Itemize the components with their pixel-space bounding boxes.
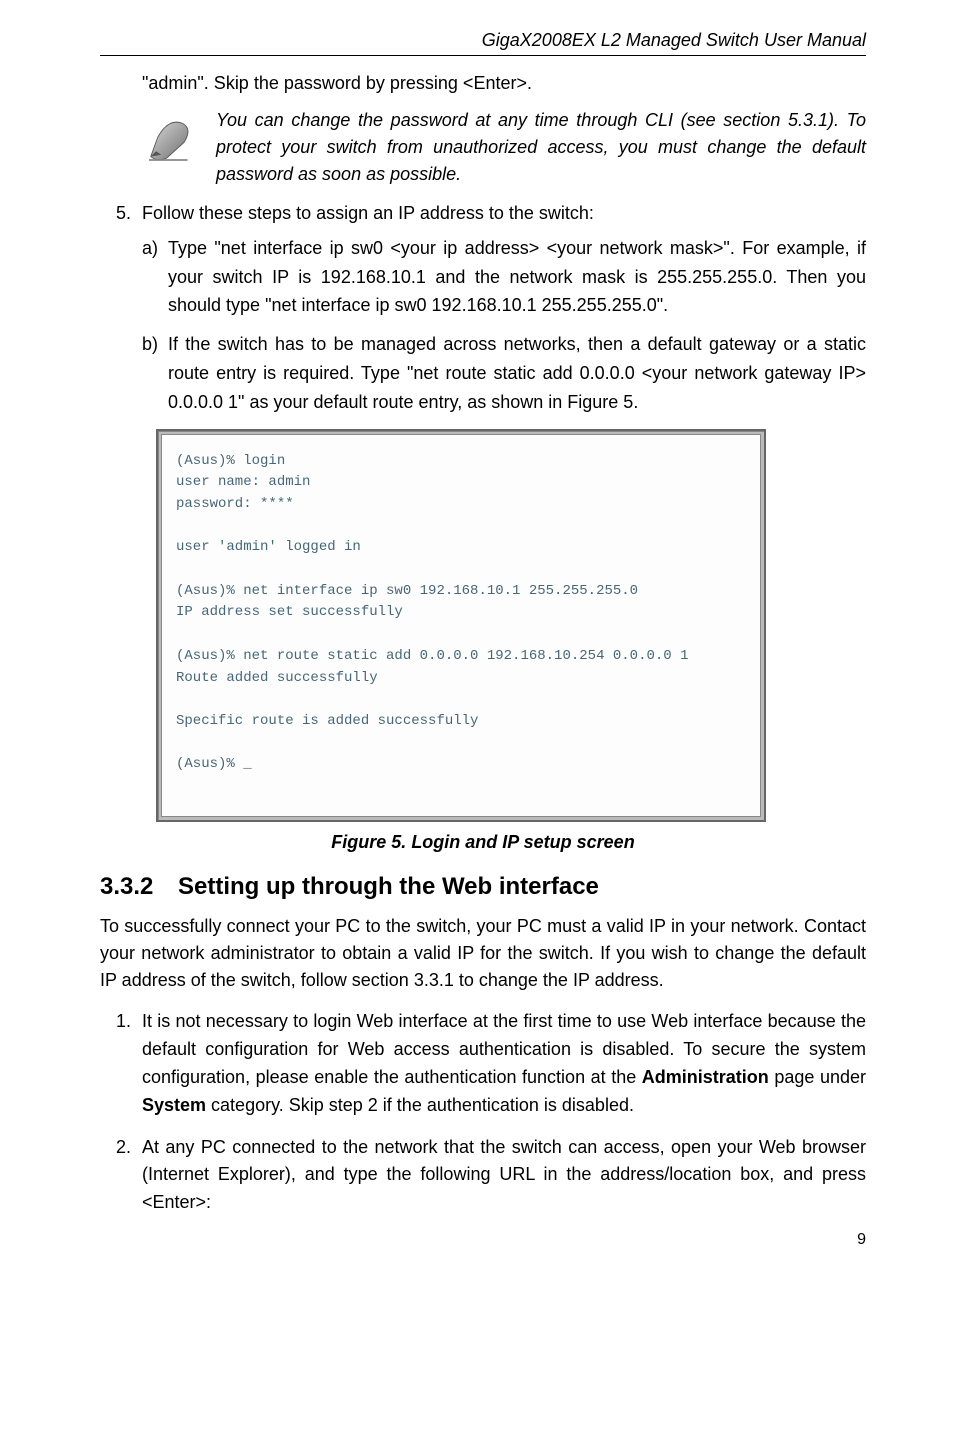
figure-caption: Figure 5. Login and IP setup screen — [100, 832, 866, 853]
section-heading: 3.3.2Setting up through the Web interfac… — [100, 873, 866, 901]
document-page: GigaX2008EX L2 Managed Switch User Manua… — [0, 0, 954, 1432]
web-step-1-post: category. Skip step 2 if the authenticat… — [206, 1095, 634, 1115]
running-title-text: GigaX2008EX L2 Managed Switch User Manua… — [482, 30, 866, 50]
pencil-note-icon — [142, 107, 198, 172]
step-5b: If the switch has to be managed across n… — [142, 330, 866, 416]
step-5-substeps: Type "net interface ip sw0 <your ip addr… — [142, 234, 866, 417]
admin-intro-paragraph: "admin". Skip the password by pressing <… — [142, 70, 866, 97]
step-5a: Type "net interface ip sw0 <your ip addr… — [142, 234, 866, 320]
running-header: GigaX2008EX L2 Managed Switch User Manua… — [100, 30, 866, 56]
note-text: You can change the password at any time … — [216, 107, 866, 188]
page-number: 9 — [100, 1231, 866, 1249]
section-title: Setting up through the Web interface — [178, 873, 599, 900]
web-step-1: It is not necessary to login Web interfa… — [116, 1008, 866, 1120]
step-5: Follow these steps to assign an IP addre… — [116, 200, 866, 417]
note-callout: You can change the password at any time … — [142, 107, 866, 188]
system-label: System — [142, 1095, 206, 1115]
step-5-lead: Follow these steps to assign an IP addre… — [142, 203, 594, 223]
web-setup-steps: It is not necessary to login Web interfa… — [116, 1008, 866, 1217]
web-step-1-mid: page under — [769, 1067, 866, 1087]
terminal-frame: (Asus)% login user name: admin password:… — [156, 429, 766, 822]
procedure-list: Follow these steps to assign an IP addre… — [116, 200, 866, 417]
web-step-2: At any PC connected to the network that … — [116, 1134, 866, 1218]
terminal-output: (Asus)% login user name: admin password:… — [161, 434, 761, 817]
figure-5: (Asus)% login user name: admin password:… — [156, 429, 866, 822]
section-intro-paragraph: To successfully connect your PC to the s… — [100, 913, 866, 994]
section-number: 3.3.2 — [100, 873, 178, 901]
administration-label: Administration — [642, 1067, 769, 1087]
